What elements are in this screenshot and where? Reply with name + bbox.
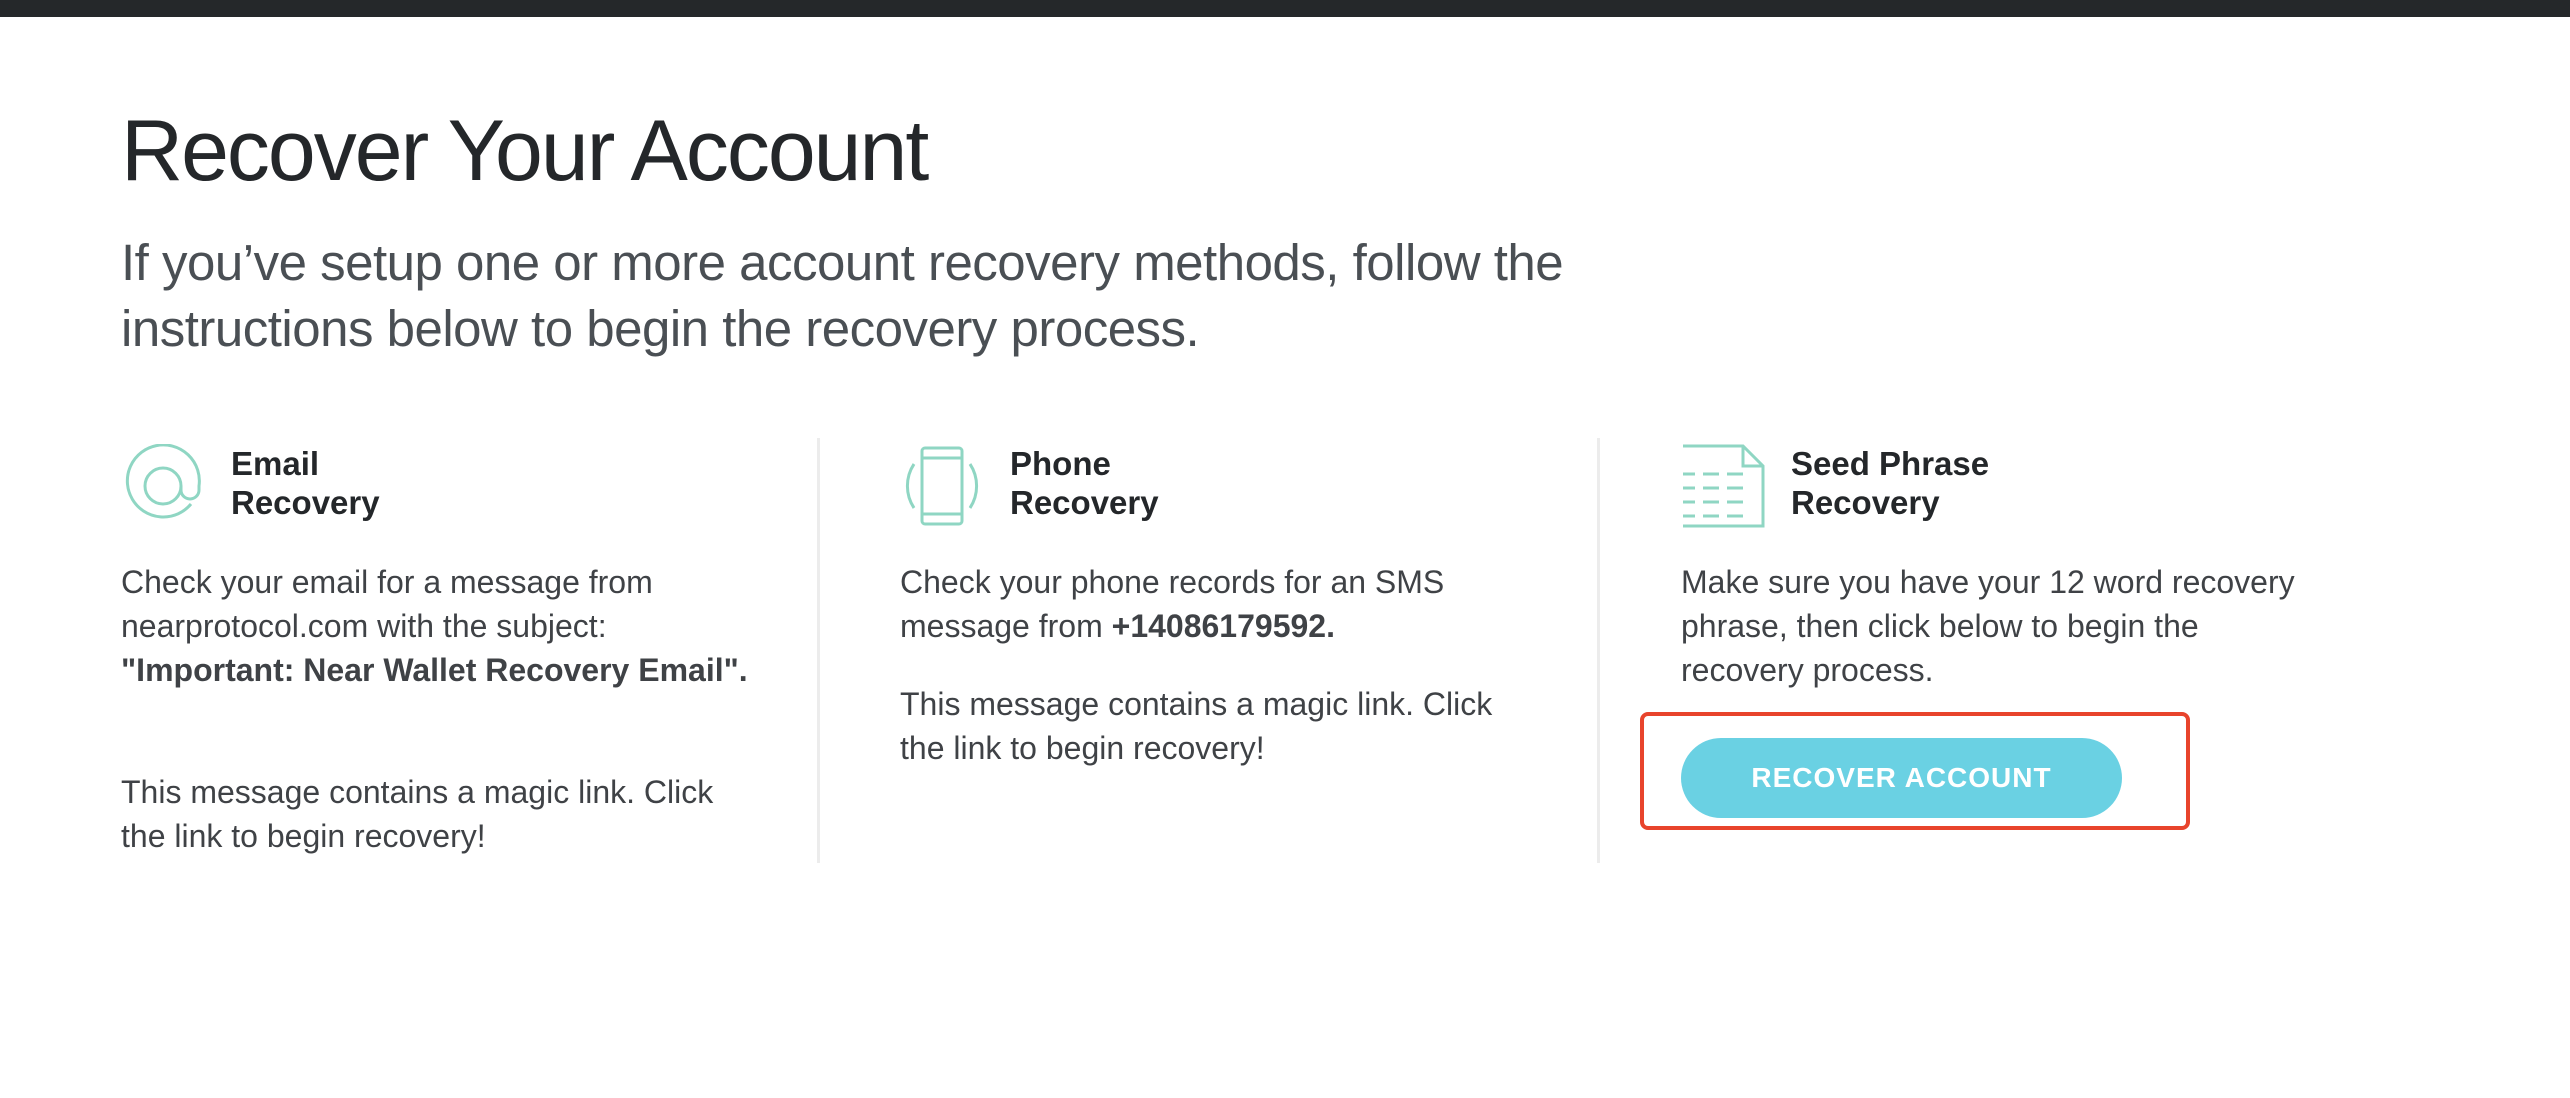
recover-account-button[interactable]: RECOVER ACCOUNT [1681, 738, 2122, 818]
email-recovery-section: Email Recovery Check your email for a me… [121, 440, 881, 860]
email-instructions: Check your email for a message from near… [121, 560, 761, 692]
top-bar [0, 0, 2570, 17]
document-icon [1681, 444, 1765, 528]
phone-recovery-title: Phone Recovery [1010, 444, 1159, 522]
page-subtitle: If you’ve setup one or more account reco… [121, 234, 1564, 357]
seed-phrase-instructions: Make sure you have your 12 word recovery… [1681, 564, 2295, 688]
email-recovery-title-line2: Recovery [231, 484, 380, 521]
phone-magic-link-note: This message contains a magic link. Clic… [900, 686, 1493, 766]
email-instructions-text: Check your email for a message from near… [121, 564, 653, 644]
page-title: Recover Your Account [121, 103, 929, 199]
seed-phrase-recovery-title: Seed Phrase Recovery [1791, 444, 1989, 522]
at-sign-icon [121, 443, 205, 528]
email-subject: "Important: Near Wallet Recovery Email". [121, 652, 748, 688]
seed-phrase-recovery-title-line1: Seed Phrase [1791, 445, 1990, 482]
phone-recovery-section: Phone Recovery Check your phone records … [900, 440, 1660, 860]
phone-recovery-title-line2: Recovery [1010, 484, 1159, 521]
column-divider [1597, 438, 1600, 863]
phone-recovery-title-line1: Phone [1010, 445, 1111, 482]
phone-instructions: Check your phone records for an SMS mess… [900, 560, 1540, 648]
column-divider [817, 438, 820, 863]
email-magic-link-note: This message contains a magic link. Clic… [121, 774, 714, 854]
phone-number: +14086179592. [1111, 608, 1335, 644]
phone-icon [900, 444, 984, 528]
email-recovery-title: Email Recovery [231, 444, 380, 522]
seed-phrase-recovery-title-line2: Recovery [1791, 484, 1940, 521]
email-recovery-title-line1: Email [231, 445, 320, 482]
